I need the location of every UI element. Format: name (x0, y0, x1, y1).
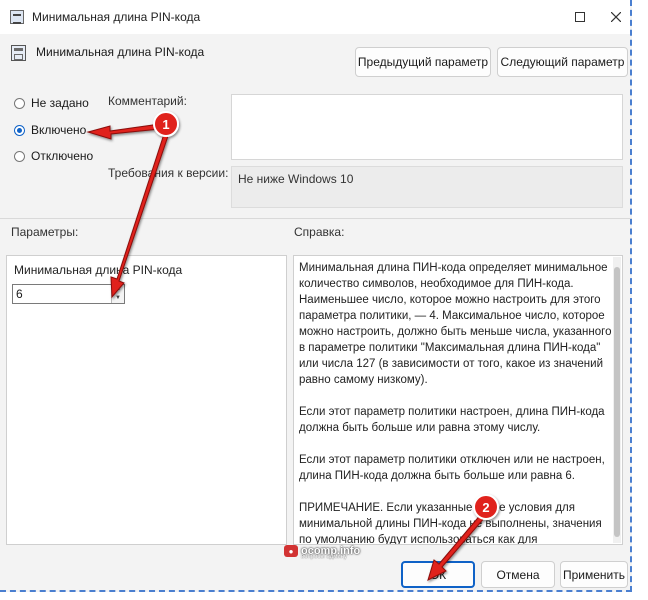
radio-enabled-label: Включено (31, 123, 87, 137)
cancel-button[interactable]: Отмена (481, 561, 555, 588)
previous-setting-button[interactable]: Предыдущий параметр (355, 47, 491, 77)
radio-disabled[interactable]: Отключено (14, 149, 93, 163)
title-bar: Минимальная длина PIN-кода (0, 0, 630, 34)
policy-dialog: Минимальная длина PIN-кода Минимальная д… (0, 0, 632, 592)
comment-label: Комментарий: (108, 94, 187, 108)
maximize-button[interactable] (568, 6, 592, 28)
comment-textarea[interactable] (231, 94, 623, 160)
close-icon (611, 12, 621, 22)
ok-button[interactable]: ОК (401, 561, 475, 588)
radio-not-configured-label: Не задано (31, 96, 89, 110)
min-pin-length-value[interactable]: 6 (16, 287, 23, 301)
spin-down-icon[interactable]: ▼ (112, 294, 124, 303)
watermark-subtext: вопросы админу (301, 554, 347, 560)
help-paragraph: ПРИМЕЧАНИЕ. Если указанные выше условия … (299, 502, 602, 545)
radio-not-configured[interactable]: Не задано (14, 96, 89, 110)
policy-icon (11, 45, 26, 61)
spin-buttons[interactable]: ▲ ▼ (111, 285, 124, 303)
help-panel: Минимальная длина ПИН-кода определяет ми… (293, 255, 623, 545)
radio-disabled-label: Отключено (31, 149, 94, 163)
radio-disabled-circle[interactable] (14, 150, 25, 162)
next-setting-button[interactable]: Следующий параметр (497, 47, 628, 77)
requirements-value: Не ниже Windows 10 (231, 166, 623, 208)
section-divider (0, 218, 632, 219)
parameters-label: Параметры: (11, 225, 79, 239)
help-scrollbar-thumb[interactable] (614, 267, 620, 537)
policy-title: Минимальная длина PIN-кода (36, 45, 205, 59)
help-scrollbar[interactable] (613, 257, 621, 543)
maximize-icon (575, 12, 585, 22)
radio-enabled-circle[interactable] (14, 124, 25, 136)
apply-button[interactable]: Применить (560, 561, 628, 588)
min-pin-length-spinbox[interactable]: 6 ▲ ▼ (12, 284, 125, 304)
radio-not-configured-circle[interactable] (14, 97, 25, 109)
help-paragraph: Минимальная длина ПИН-кода определяет ми… (299, 262, 612, 386)
close-button[interactable] (604, 6, 628, 28)
help-paragraph: Если этот параметр политики отключен или… (299, 454, 605, 482)
help-text: Минимальная длина ПИН-кода определяет ми… (299, 260, 614, 545)
policy-setting-icon (10, 10, 24, 24)
radio-enabled[interactable]: Включено (14, 123, 86, 137)
window-title: Минимальная длина PIN-кода (32, 10, 201, 24)
min-pin-length-label: Минимальная длина PIN-кода (14, 263, 183, 277)
watermark-logo-icon: ● (284, 545, 298, 557)
help-label: Справка: (294, 225, 345, 239)
requirements-label: Требования к версии: (108, 166, 229, 180)
spin-up-icon[interactable]: ▲ (112, 285, 124, 294)
help-paragraph: Если этот параметр политики настроен, дл… (299, 406, 605, 434)
